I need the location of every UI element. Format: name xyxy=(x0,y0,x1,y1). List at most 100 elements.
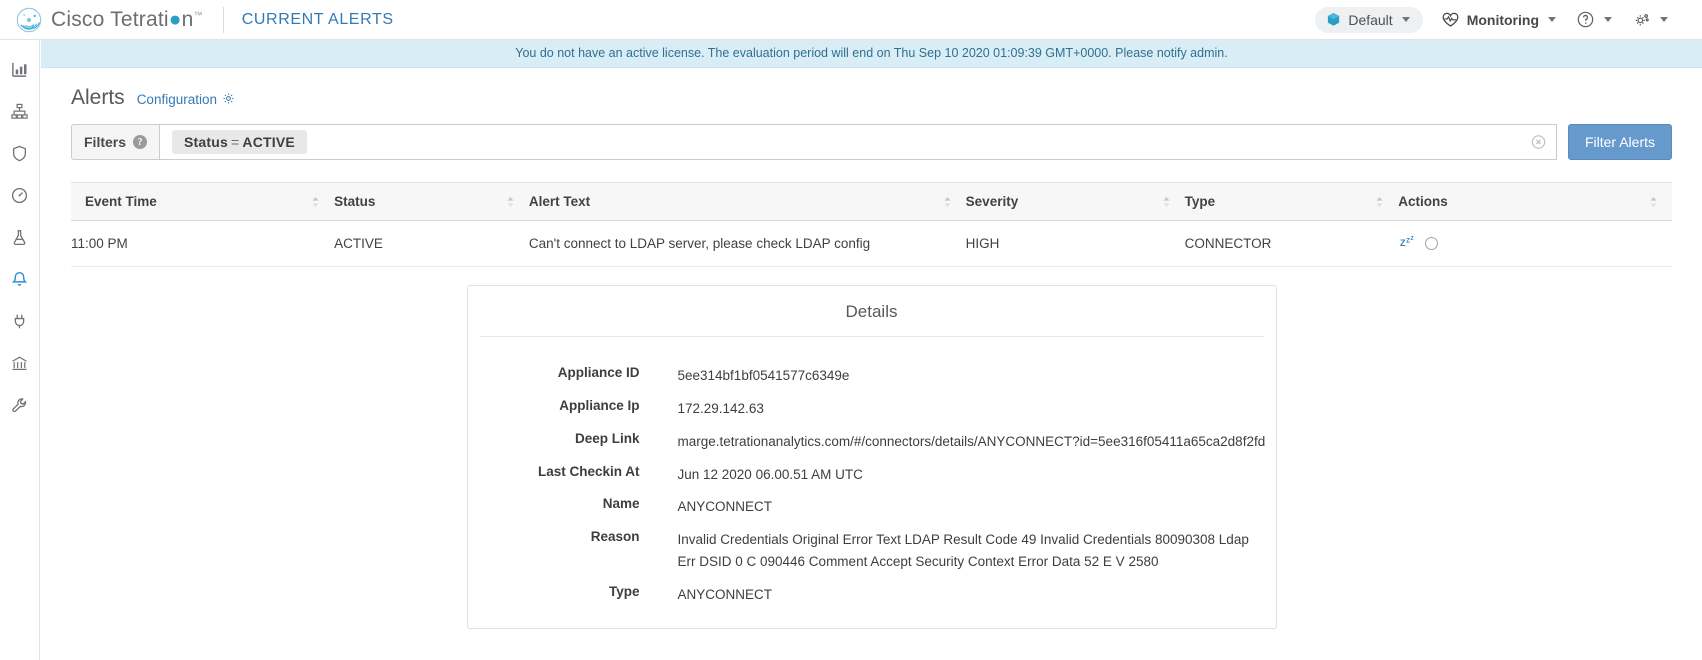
detail-row-name: Name ANYCONNECT xyxy=(468,496,1276,518)
brand-logo-group[interactable]: Cisco Tetrati●n™ xyxy=(16,7,203,33)
circle-icon[interactable] xyxy=(1425,237,1439,250)
chevron-down-icon xyxy=(1604,17,1612,22)
column-label: Status xyxy=(334,194,376,209)
column-header-severity[interactable]: Severity xyxy=(965,182,1185,221)
license-banner: You do not have an active license. The e… xyxy=(41,40,1702,68)
column-header-status[interactable]: Status xyxy=(334,182,529,221)
clear-filters-icon[interactable] xyxy=(1531,135,1546,150)
gear-icon xyxy=(222,92,235,108)
cell-alert-text: Can't connect to LDAP server, please che… xyxy=(528,220,966,267)
sort-icon xyxy=(1649,196,1658,208)
heartbeat-icon xyxy=(1441,10,1460,29)
menu-monitoring-label: Monitoring xyxy=(1466,11,1539,28)
column-label: Type xyxy=(1184,194,1216,209)
sidebar-item-tools[interactable] xyxy=(0,384,39,426)
column-label: Alert Text xyxy=(528,194,591,209)
top-header: Cisco Tetrati●n™ CURRENT ALERTS Default … xyxy=(0,0,1702,40)
filter-chip-value: ACTIVE xyxy=(242,134,295,150)
main-content: You do not have an active license. The e… xyxy=(41,40,1702,660)
table-row[interactable]: 11:00 PM ACTIVE Can't connect to LDAP se… xyxy=(71,220,1672,267)
bell-icon xyxy=(11,271,28,288)
detail-value[interactable]: marge.tetrationanalytics.com/#/connector… xyxy=(640,431,1266,453)
filter-alerts-button[interactable]: Filter Alerts xyxy=(1567,124,1672,160)
sidebar-item-monitoring[interactable] xyxy=(0,174,39,216)
sort-icon xyxy=(943,196,952,208)
column-header-type[interactable]: Type xyxy=(1184,182,1399,221)
cell-severity: HIGH xyxy=(965,220,1185,267)
cell-status: ACTIVE xyxy=(334,220,529,267)
column-header-alert-text[interactable]: Alert Text xyxy=(528,182,966,221)
detail-row-reason: Reason Invalid Credentials Original Erro… xyxy=(468,529,1276,573)
detail-label: Appliance ID xyxy=(557,365,640,380)
sidebar-item-security[interactable] xyxy=(0,132,39,174)
sitemap-icon xyxy=(11,103,28,120)
filter-bar: Filters ? Status = ACTIVE Filter Alerts xyxy=(71,124,1672,160)
column-header-event-time[interactable]: Event Time xyxy=(71,182,335,221)
filter-chip-status[interactable]: Status = ACTIVE xyxy=(172,130,307,154)
gauge-icon xyxy=(11,187,28,204)
cell-actions: ZZZ xyxy=(1398,220,1672,267)
detail-row-appliance-id: Appliance ID 5ee314bf1bf0541577c6349e xyxy=(468,365,1276,387)
current-page-label: CURRENT ALERTS xyxy=(241,10,394,28)
svg-text:Z: Z xyxy=(1406,238,1410,245)
scope-selector[interactable]: Default xyxy=(1315,6,1423,33)
filter-chip-operator: = xyxy=(231,134,240,150)
brand-dot-icon: ● xyxy=(168,7,182,31)
brand-name: Cisco Tetrati●n™ xyxy=(51,7,203,31)
question-mark-icon[interactable]: ? xyxy=(133,135,148,149)
detail-value: ANYCONNECT xyxy=(677,587,773,603)
detail-row-type: Type ANYCONNECT xyxy=(468,584,1276,606)
sidebar-item-alerts[interactable] xyxy=(0,258,39,300)
sort-icon xyxy=(1162,196,1171,208)
chevron-down-icon xyxy=(1401,17,1410,22)
chevron-down-icon xyxy=(1660,17,1668,22)
detail-label: Appliance Ip xyxy=(559,397,640,413)
configuration-link[interactable]: Configuration xyxy=(137,92,235,108)
detail-label: Name xyxy=(602,496,640,512)
configuration-label: Configuration xyxy=(136,92,217,107)
scope-label: Default xyxy=(1348,11,1393,28)
details-wrapper: Details Appliance ID 5ee314bf1bf0541577c… xyxy=(71,267,1672,629)
shield-icon xyxy=(11,145,28,162)
sidebar-item-platform[interactable] xyxy=(0,342,39,384)
sidebar-item-forensics[interactable] xyxy=(0,216,39,258)
snooze-icon[interactable]: ZZZ xyxy=(1400,235,1416,252)
filter-input[interactable]: Status = ACTIVE xyxy=(159,124,1557,160)
settings-menu[interactable] xyxy=(1632,10,1668,29)
left-nav-rail xyxy=(0,40,40,660)
help-menu[interactable] xyxy=(1576,10,1612,29)
sidebar-item-connectors[interactable] xyxy=(0,300,39,342)
alerts-table-body: 11:00 PM ACTIVE Can't connect to LDAP se… xyxy=(71,220,1672,267)
column-label: Severity xyxy=(965,194,1019,209)
detail-value: ANYCONNECT xyxy=(677,499,773,515)
detail-row-last-checkin-at: Last Checkin At Jun 12 2020 06.00.51 AM … xyxy=(468,464,1276,486)
cell-type: CONNECTOR xyxy=(1184,220,1399,267)
cisco-tetration-logo-icon xyxy=(16,7,42,33)
column-header-actions[interactable]: Actions xyxy=(1398,182,1672,221)
detail-value: Invalid Credentials Original Error Text … xyxy=(677,532,1249,570)
column-label: Actions xyxy=(1398,194,1448,209)
sort-icon xyxy=(1375,196,1384,208)
detail-label: Last Checkin At xyxy=(537,463,640,479)
menu-monitoring[interactable]: Monitoring xyxy=(1441,10,1556,29)
page-title: Alerts xyxy=(71,86,125,109)
table-header-row: Event Time Status Alert Text Severity Ty… xyxy=(71,182,1672,221)
detail-value: 172.29.142.63 xyxy=(677,400,764,416)
sort-icon xyxy=(506,196,515,208)
page-title-row: Alerts Configuration xyxy=(71,86,1672,110)
sidebar-item-topology[interactable] xyxy=(0,90,39,132)
filter-chip-field: Status xyxy=(184,134,229,150)
detail-label: Type xyxy=(608,584,640,600)
sidebar-item-dashboard[interactable] xyxy=(0,48,39,90)
header-divider xyxy=(222,6,224,33)
chevron-down-icon xyxy=(1548,17,1556,22)
detail-row-deep-link: Deep Link marge.tetrationanalytics.com/#… xyxy=(468,431,1276,453)
cube-icon xyxy=(1326,12,1341,27)
details-list: Appliance ID 5ee314bf1bf0541577c6349e Ap… xyxy=(468,337,1276,628)
plug-icon xyxy=(11,313,28,330)
bank-icon xyxy=(11,355,28,372)
alerts-table: Event Time Status Alert Text Severity Ty… xyxy=(71,182,1672,267)
column-label: Event Time xyxy=(85,194,157,209)
cell-event-time: 11:00 PM xyxy=(71,220,335,267)
alerts-section: Alerts Configuration Filters ? Status = AC… xyxy=(41,68,1702,629)
